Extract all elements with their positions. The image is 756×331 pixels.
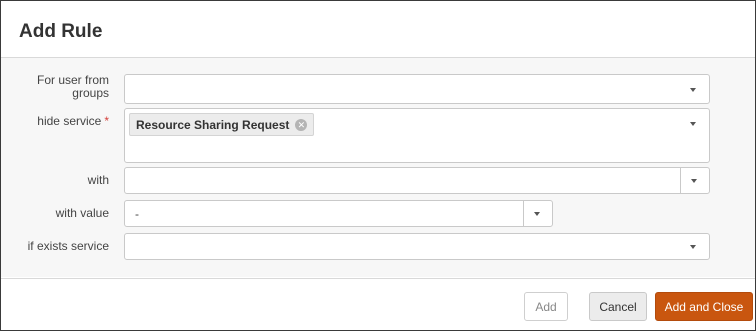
add-and-close-button[interactable]: Add and Close [655, 292, 753, 321]
add-button[interactable]: Add [524, 292, 568, 321]
service-chip: Resource Sharing Request ✕ [129, 113, 315, 136]
form-body: For user from groups hide service * Resou… [1, 58, 755, 277]
add-rule-dialog: Add Rule For user from groups hide servi… [0, 0, 756, 331]
user-groups-label: For user from groups [36, 73, 109, 100]
dialog-footer: Add Cancel Add and Close [1, 278, 755, 330]
chevron-down-icon[interactable] [691, 179, 697, 183]
dialog-header: Add Rule [1, 1, 755, 58]
remove-chip-icon[interactable]: ✕ [295, 118, 308, 131]
with-label: with [87, 173, 109, 187]
required-marker: * [104, 114, 109, 128]
with-value-dropdown-button[interactable] [523, 201, 552, 226]
chevron-down-icon[interactable] [690, 245, 696, 249]
chevron-down-icon[interactable] [690, 88, 696, 92]
dialog-title: Add Rule [19, 21, 103, 42]
service-chip-label: Resource Sharing Request [136, 117, 290, 132]
user-groups-select[interactable] [124, 74, 710, 104]
if-exists-service-label: if exists service [27, 239, 109, 253]
with-dropdown-button[interactable] [680, 168, 709, 193]
hide-service-select[interactable]: Resource Sharing Request ✕ [124, 108, 710, 163]
hide-service-label: hide service * [37, 114, 109, 128]
with-value-text: - [135, 207, 139, 221]
cancel-button[interactable]: Cancel [589, 292, 647, 321]
with-value-label: with value [55, 206, 109, 220]
if-exists-service-select[interactable] [124, 233, 710, 260]
chevron-down-icon[interactable] [690, 122, 696, 126]
chevron-down-icon[interactable] [534, 212, 540, 216]
with-select[interactable] [124, 167, 710, 194]
with-value-select[interactable]: - [124, 200, 553, 227]
